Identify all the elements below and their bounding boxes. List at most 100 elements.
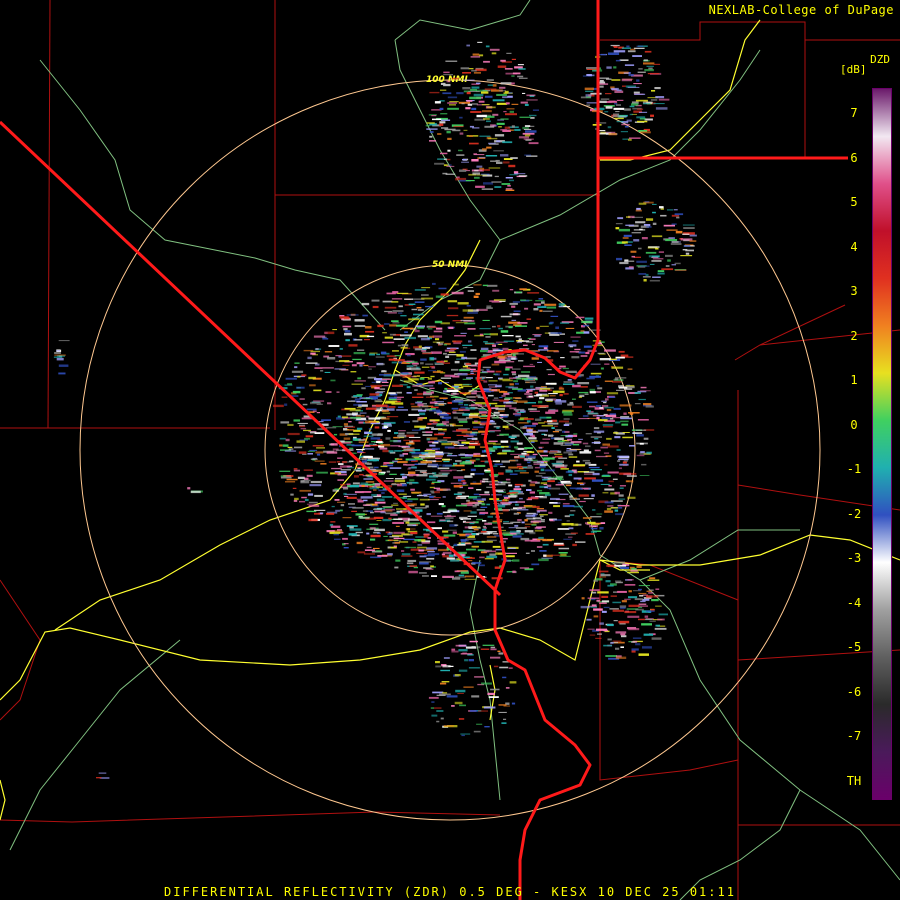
echo-pixel [628,412,640,414]
echo-pixel [482,478,489,480]
echo-pixel [540,468,545,472]
echo-pixel [535,496,544,498]
echo-pixel [314,494,323,497]
echo-pixel [465,180,475,182]
echo-pixel [572,444,580,446]
echo-pixel [418,494,423,496]
echo-pixel [481,371,487,373]
echo-pixel [381,409,389,412]
echo-pixel [450,482,462,484]
echo-pixel [460,653,473,655]
echo-pixel [492,344,496,347]
echo-pixel [503,420,514,422]
echo-pixel [636,116,646,119]
echo-pixel [589,391,596,394]
echo-pixel [468,487,474,489]
echo-pixel [499,300,506,302]
echo-pixel [488,380,498,382]
echo-pixel [433,487,441,489]
echo-pixel [443,83,451,87]
echo-pixel [421,542,430,544]
echo-pixel [601,600,610,603]
echo-pixel [483,60,490,63]
echo-pixel [408,436,421,438]
echo-pixel [320,463,327,465]
echo-pixel [310,352,316,355]
echo-pixel [479,556,485,559]
echo-pixel [308,505,320,507]
echo-pixel [476,489,482,491]
echo-pixel [499,86,506,89]
echo-pixel [465,407,476,410]
echo-pixel [446,695,458,698]
echo-pixel [547,487,552,490]
echo-pixel [674,213,684,216]
echo-pixel [560,444,572,446]
echo-pixel [484,557,494,560]
echo-pixel [600,98,610,100]
echo-pixel [473,93,484,97]
echo-pixel [384,306,397,309]
echo-pixel [417,335,428,338]
echo-pixel [384,323,390,325]
echo-pixel [517,411,525,413]
echo-pixel [300,480,310,484]
echo-pixel [602,474,610,476]
echo-pixel [314,512,321,515]
echo-pixel [495,489,506,491]
echo-pixel [416,392,423,396]
echo-pixel [504,68,513,70]
echo-pixel [628,590,632,593]
echo-pixel [337,473,347,476]
echo-pixel [599,100,607,103]
echo-pixel [304,498,309,502]
echo-pixel [464,475,472,478]
scale-tick-label: -7 [846,729,862,743]
echo-pixel [414,301,425,303]
echo-pixel [483,117,490,120]
echo-pixel [484,125,495,128]
echo-pixel [447,137,452,140]
echo-pixel [570,532,578,534]
echo-pixel [346,413,357,416]
echo-pixel [510,494,518,498]
echo-pixel [316,447,325,449]
echo-pixel [569,495,573,498]
echo-pixel [671,264,676,266]
echo-pixel [284,384,293,386]
echo-pixel [606,409,612,412]
scale-tick-label: 0 [850,417,858,432]
echo-pixel [440,113,448,115]
echo-pixel [667,209,673,211]
echo-pixel [624,584,636,586]
echo-pixel [513,408,525,411]
echo-pixel [463,79,475,81]
echo-pixel [632,55,642,57]
echo-pixel [534,391,538,394]
echo-pixel [620,566,629,570]
echo-pixel [440,669,450,672]
echo-pixel [421,297,434,300]
echo-pixel [597,591,609,594]
echo-pixel [439,519,446,521]
echo-pixel [595,405,602,407]
echo-pixel [504,126,511,129]
echo-pixel [478,564,485,567]
echo-pixel [420,338,430,341]
echo-pixel [524,103,529,106]
echo-pixel [558,457,568,459]
echo-pixel [598,83,609,85]
echo-pixel [522,92,526,94]
echo-pixel [612,115,620,117]
echo-pixel [586,410,591,412]
echo-pixel [393,338,405,340]
echo-pixel [503,111,507,113]
echo-pixel [605,414,617,417]
echo-pixel [509,424,514,426]
echo-pixel [663,224,675,227]
echo-pixel [521,371,531,373]
echo-pixel [671,223,677,225]
echo-pixel [470,482,482,485]
echo-pixel [470,511,477,514]
echo-pixel [435,338,440,341]
